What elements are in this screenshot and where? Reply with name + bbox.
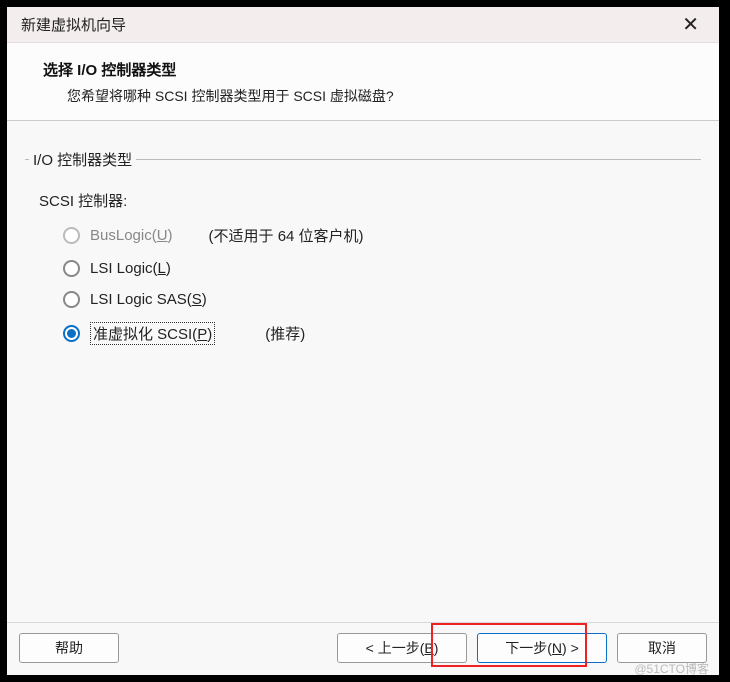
radio-lsilogic[interactable]: LSI Logic(L) (63, 260, 691, 277)
radio-icon (63, 260, 80, 277)
radio-hint-pvscsi: (推荐) (265, 323, 305, 344)
radio-label-lsilogic: LSI Logic(L) (90, 260, 171, 277)
wizard-body: I/O 控制器类型 SCSI 控制器: BusLogic(U) (不适用于 64… (7, 121, 719, 622)
radio-icon (63, 325, 80, 342)
radio-buslogic: BusLogic(U) (不适用于 64 位客户机) (63, 225, 691, 246)
page-description: 您希望将哪种 SCSI 控制器类型用于 SCSI 虚拟磁盘? (43, 86, 691, 106)
radio-hint-buslogic: (不适用于 64 位客户机) (209, 225, 364, 246)
wizard-footer: 帮助 < 上一步(B) 下一步(N) > 取消 (7, 622, 719, 675)
titlebar: 新建虚拟机向导 ✕ (7, 7, 719, 43)
radio-lsisas[interactable]: LSI Logic SAS(S) (63, 291, 691, 308)
radio-icon (63, 291, 80, 308)
next-button[interactable]: 下一步(N) > (477, 633, 607, 663)
radio-icon (63, 227, 80, 244)
radio-label-buslogic: BusLogic(U) (90, 227, 173, 244)
radio-pvscsi[interactable]: 准虚拟化 SCSI(P) (推荐) (63, 322, 691, 345)
close-icon[interactable]: ✕ (674, 10, 707, 39)
controller-type-group: I/O 控制器类型 SCSI 控制器: BusLogic(U) (不适用于 64… (25, 149, 701, 361)
wizard-header: 选择 I/O 控制器类型 您希望将哪种 SCSI 控制器类型用于 SCSI 虚拟… (7, 43, 719, 121)
radio-label-pvscsi: 准虚拟化 SCSI(P) (90, 322, 215, 345)
cancel-button[interactable]: 取消 (617, 633, 707, 663)
group-legend: I/O 控制器类型 (29, 149, 136, 170)
radio-label-lsisas: LSI Logic SAS(S) (90, 291, 207, 308)
dialog-title: 新建虚拟机向导 (21, 14, 126, 35)
help-button[interactable]: 帮助 (19, 633, 119, 663)
scsi-controller-label: SCSI 控制器: (39, 190, 691, 211)
page-title: 选择 I/O 控制器类型 (43, 59, 691, 80)
back-button[interactable]: < 上一步(B) (337, 633, 467, 663)
wizard-dialog: 新建虚拟机向导 ✕ 选择 I/O 控制器类型 您希望将哪种 SCSI 控制器类型… (6, 6, 720, 676)
